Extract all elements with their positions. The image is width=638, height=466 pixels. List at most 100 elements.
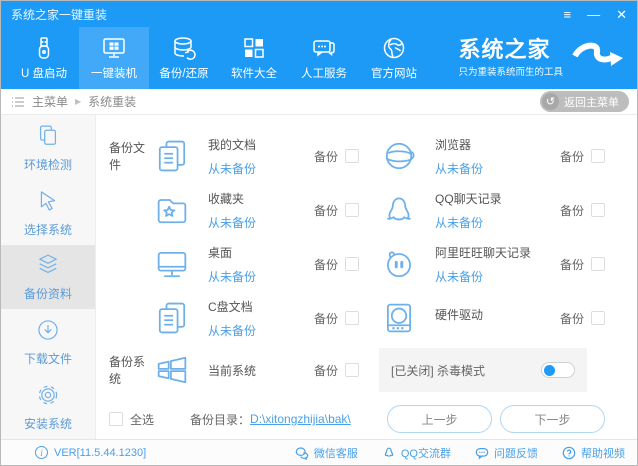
- breadcrumb-current: 系统重装: [88, 95, 137, 109]
- sidebar: 环境检测 选择系统 备份资料 下载文件 安装系统: [1, 115, 96, 439]
- favorites-folder-icon: [152, 190, 192, 230]
- toggle-knob: [544, 364, 555, 376]
- nav-label: 人工服务: [301, 68, 347, 80]
- backup-item-qq-chat: QQ聊天记录 从未备份 备份: [379, 183, 637, 237]
- version-info: i VER[11.5.44.1230]: [35, 446, 146, 459]
- nav-official-website[interactable]: 官方网站: [359, 27, 429, 89]
- sidebar-item-backup-data[interactable]: 备份资料: [1, 244, 95, 310]
- c-drive-docs-icon: [152, 298, 192, 338]
- backup-checkbox-browser[interactable]: [591, 149, 605, 163]
- sidebar-item-install-system[interactable]: 安装系统: [1, 374, 95, 439]
- main-content: 备份文件 我的文档 从未备份 备份 浏览器 从未备份 备份 收藏夹 从未备份 备…: [96, 115, 637, 439]
- backup-directory: 备份目录： D:\xitongzhijia\bak\: [190, 411, 351, 428]
- status-bar: i VER[11.5.44.1230] 微信客服 QQ交流群 问题反馈 帮助视频: [1, 439, 637, 465]
- menu-icon[interactable]: ≡: [564, 8, 572, 21]
- nav-usb-boot[interactable]: U 盘启动: [9, 27, 79, 89]
- breadcrumb: 主菜单 ▶ 系统重装: [11, 93, 136, 110]
- usb-drive-icon: [38, 37, 50, 59]
- backup-checkbox-my-documents[interactable]: [345, 149, 359, 163]
- footer-link-help-video[interactable]: 帮助视频: [562, 445, 625, 461]
- nav-label: U 盘启动: [21, 68, 67, 80]
- backup-item-current-system: 当前系统 备份: [152, 345, 379, 395]
- next-step-button[interactable]: 下一步: [500, 405, 605, 433]
- globe-icon: [383, 37, 405, 59]
- back-to-main-menu-button[interactable]: ↺ 返回主菜单: [540, 91, 629, 112]
- chat-bubbles-icon: [313, 40, 335, 57]
- backup-item-favorites: 收藏夹 从未备份 备份: [152, 183, 379, 237]
- backup-checkbox-wangwang-chat[interactable]: [591, 257, 605, 271]
- close-icon[interactable]: ✕: [616, 8, 627, 21]
- section-label-backup-files: 备份文件: [109, 141, 146, 172]
- version-text: VER[11.5.44.1230]: [54, 446, 147, 459]
- select-all: 全选: [109, 411, 154, 428]
- backup-dir-label: 备份目录：: [190, 412, 251, 427]
- nav-customer-service[interactable]: 人工服务: [289, 27, 359, 89]
- desktop-monitor-icon: [152, 244, 192, 284]
- backup-item-my-documents: 我的文档从未备份 备份: [152, 129, 379, 183]
- minimize-icon[interactable]: —: [587, 8, 600, 21]
- my-documents-icon: [152, 136, 192, 176]
- title-bar: 系统之家一键重装 ≡ — ✕: [1, 1, 637, 27]
- backup-checkbox-qq-chat[interactable]: [591, 203, 605, 217]
- nav-one-click-install[interactable]: 一键装机: [79, 27, 149, 89]
- item-title: 我的文档: [208, 137, 257, 152]
- nav-label: 一键装机: [91, 68, 137, 80]
- env-check-icon: [39, 125, 57, 145]
- footer-link-feedback[interactable]: 问题反馈: [475, 445, 538, 461]
- hardware-driver-icon: [379, 298, 419, 338]
- brand-swoosh-icon: [572, 42, 623, 66]
- qq-icon: [379, 190, 419, 230]
- section-label-backup-system: 备份系统: [109, 355, 146, 386]
- info-icon: i: [35, 446, 48, 459]
- footer-link-wechat-service[interactable]: 微信客服: [295, 445, 358, 461]
- item-status-link[interactable]: 从未备份: [208, 160, 314, 177]
- feedback-bubble-icon: [475, 447, 489, 460]
- breadcrumb-root[interactable]: 主菜单: [32, 93, 68, 110]
- antivirus-mode-box: [已关闭] 杀毒模式: [379, 348, 587, 392]
- footer-link-qq-group[interactable]: QQ交流群: [382, 445, 451, 461]
- wechat-icon: [295, 446, 309, 460]
- backup-checkbox-current-system[interactable]: [345, 363, 359, 377]
- backup-item-hardware-driver: 硬件驱动 备份: [379, 291, 637, 345]
- database-restore-icon: [174, 37, 196, 60]
- backup-label: 备份: [313, 149, 338, 164]
- brand-name: 系统之家: [458, 36, 551, 62]
- gear-icon: [38, 385, 58, 405]
- cursor-icon: [40, 191, 56, 211]
- browser-icon: [379, 136, 419, 176]
- download-icon: [38, 320, 58, 340]
- list-icon: [12, 96, 24, 107]
- backup-item-desktop: 桌面 从未备份 备份: [152, 237, 379, 291]
- nav-label: 软件大全: [231, 68, 277, 80]
- backup-item-c-drive-docs: C盘文档 从未备份 备份: [152, 291, 379, 345]
- breadcrumb-arrow-icon: ▶: [75, 97, 82, 106]
- bottom-controls: 全选 备份目录： D:\xitongzhijia\bak\ 上一步 下一步: [96, 399, 637, 439]
- brand-tagline: 只为重装系统而生的工具: [458, 67, 563, 79]
- backup-checkbox-favorites[interactable]: [345, 203, 359, 217]
- backup-dir-link[interactable]: D:\xitongzhijia\bak\: [250, 412, 351, 426]
- install-monitor-icon: [103, 38, 125, 58]
- backup-checkbox-desktop[interactable]: [345, 257, 359, 271]
- antivirus-mode-label: [已关闭] 杀毒模式: [391, 363, 486, 378]
- window-title: 系统之家一键重装: [11, 7, 108, 22]
- brand-logo: 系统之家 只为重装系统而生的工具: [458, 27, 637, 89]
- sidebar-item-select-system[interactable]: 选择系统: [1, 180, 95, 245]
- nav-label: 备份/还原: [159, 68, 209, 80]
- previous-step-button[interactable]: 上一步: [387, 405, 492, 433]
- qq-small-icon: [384, 447, 394, 457]
- sidebar-item-download-files[interactable]: 下载文件: [1, 309, 95, 374]
- nav-backup-restore[interactable]: 备份/还原: [149, 27, 219, 89]
- backup-checkbox-c-drive-docs[interactable]: [345, 311, 359, 325]
- backup-checkbox-hardware-driver[interactable]: [591, 311, 605, 325]
- back-arrow-icon: ↺: [542, 93, 559, 110]
- backup-item-wangwang-chat: 阿里旺旺聊天记录 从未备份 备份: [379, 237, 637, 291]
- nav-label: 官方网站: [371, 68, 417, 80]
- sidebar-item-env-check[interactable]: 环境检测: [1, 115, 95, 180]
- nav-software-center[interactable]: 软件大全: [219, 27, 289, 89]
- app-window: 系统之家一键重装 ≡ — ✕ U 盘启动 一键装机 备份/还原 软件大全 人工服…: [0, 0, 638, 466]
- select-all-checkbox[interactable]: [109, 412, 123, 426]
- windows-icon: [152, 350, 192, 390]
- breadcrumb-bar: 主菜单 ▶ 系统重装 ↺ 返回主菜单: [1, 89, 637, 115]
- layers-icon: [39, 254, 57, 274]
- antivirus-mode-toggle[interactable]: [541, 362, 575, 378]
